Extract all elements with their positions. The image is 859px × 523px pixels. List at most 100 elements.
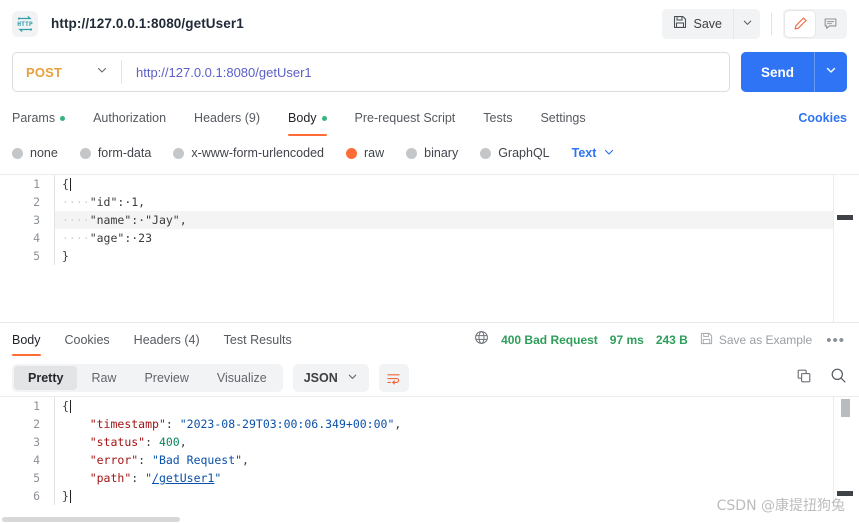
- request-code-area[interactable]: { ···· "id":·1, ···· "name":·"Jay", ···· "age"…: [54, 175, 859, 322]
- tab-authorization[interactable]: Authorization: [93, 102, 166, 134]
- response-body-viewer[interactable]: 1 2 3 4 5 6 { "timestamp": "2023-08-29T03:00:…: [0, 396, 859, 508]
- body-type-none[interactable]: none: [12, 146, 58, 160]
- line-number: 5: [33, 249, 40, 263]
- tab-label: Pre-request Script: [354, 111, 456, 125]
- response-tab-cookies[interactable]: Cookies: [65, 323, 110, 357]
- tab-params[interactable]: Params: [12, 102, 66, 134]
- comment-icon[interactable]: [815, 11, 845, 37]
- response-time[interactable]: 97 ms: [610, 333, 644, 347]
- code-line[interactable]: ···· "id":·1,: [54, 193, 859, 211]
- request-url-row: POST Send: [12, 52, 847, 92]
- line-number: 2: [33, 195, 40, 209]
- code-line[interactable]: "error": "Bad Request",: [54, 451, 859, 469]
- view-preview[interactable]: Preview: [130, 366, 202, 390]
- save-options-button[interactable]: [733, 8, 760, 39]
- response-tab-test-results[interactable]: Test Results: [224, 323, 292, 357]
- request-line-numbers: 1 2 3 4 5: [0, 175, 54, 322]
- code-token: ": [145, 471, 153, 485]
- code-line[interactable]: "path": "/getUser1 ": [54, 469, 859, 487]
- tab-headers[interactable]: Headers (9): [194, 102, 260, 134]
- response-code-area[interactable]: { "timestamp": "2023-08-29T03:00:06.349+…: [54, 397, 859, 508]
- radio-icon: [346, 147, 357, 159]
- tab-body[interactable]: Body: [288, 102, 327, 136]
- code-token: "timestamp": [89, 417, 166, 431]
- minimap-marker: [837, 491, 853, 496]
- floppy-disk-icon: [700, 332, 713, 348]
- word-wrap-icon[interactable]: [378, 364, 409, 392]
- code-line[interactable]: }: [54, 487, 859, 505]
- http-method-select[interactable]: POST: [13, 53, 121, 91]
- toolbar-divider: [771, 12, 772, 35]
- send-options-button[interactable]: [814, 52, 847, 92]
- code-token: ····: [62, 213, 90, 227]
- tab-tests[interactable]: Tests: [483, 102, 512, 134]
- status-badge[interactable]: 400 Bad Request: [501, 333, 598, 347]
- copy-icon[interactable]: [796, 368, 812, 389]
- page-title: http://127.0.0.1:8080/getUser1: [51, 16, 244, 31]
- save-as-example-button[interactable]: Save as Example: [700, 332, 812, 348]
- response-size[interactable]: 243 B: [656, 333, 688, 347]
- raw-format-select[interactable]: Text: [572, 146, 616, 161]
- code-line[interactable]: }: [54, 247, 859, 265]
- modified-dot-icon: [321, 115, 327, 121]
- top-bar-actions: Save: [661, 8, 847, 39]
- tab-settings[interactable]: Settings: [540, 102, 585, 134]
- url-input[interactable]: [122, 53, 729, 91]
- response-editor-minimap[interactable]: [833, 397, 859, 508]
- code-token: "error": [89, 453, 139, 467]
- body-type-form-data[interactable]: form-data: [79, 146, 151, 160]
- code-line[interactable]: ···· "age":·23: [54, 229, 859, 247]
- code-token: {: [62, 177, 69, 191]
- response-format-select[interactable]: JSON: [292, 364, 369, 392]
- save-button[interactable]: Save: [661, 8, 733, 39]
- save-as-example-label: Save as Example: [718, 333, 813, 347]
- request-tabs: Params Authorization Headers (9) Body Pr…: [12, 102, 847, 136]
- tab-pre-request-script[interactable]: Pre-request Script: [355, 102, 456, 134]
- response-view-toolbar: Pretty Raw Preview Visualize JSON: [0, 360, 859, 396]
- view-visualize[interactable]: Visualize: [203, 366, 281, 390]
- text-cursor: [69, 177, 72, 191]
- save-group: Save: [661, 8, 760, 39]
- code-token: ,: [394, 417, 402, 431]
- body-type-label: GraphQL: [498, 146, 550, 160]
- body-type-raw[interactable]: raw: [346, 146, 384, 160]
- response-format-label: JSON: [303, 371, 338, 385]
- code-token: "Bad Request": [152, 453, 243, 467]
- chevron-down-icon: [347, 371, 358, 385]
- response-line-numbers: 1 2 3 4 5 6: [0, 397, 54, 508]
- code-token: ····: [62, 195, 90, 209]
- ellipsis-icon[interactable]: •••: [824, 332, 847, 349]
- body-type-x-www-form-urlencoded[interactable]: x-www-form-urlencoded: [173, 146, 324, 160]
- send-button[interactable]: Send: [740, 52, 814, 92]
- code-line[interactable]: ···· "name":·"Jay",: [54, 211, 859, 229]
- response-tab-body[interactable]: Body: [12, 323, 41, 357]
- line-number: 6: [33, 489, 40, 503]
- code-token: :: [138, 453, 153, 467]
- horizontal-scrollbar[interactable]: [0, 516, 859, 523]
- tab-label: Cookies: [64, 333, 110, 347]
- code-token: ····: [62, 231, 90, 245]
- request-body-editor[interactable]: 12345 {···· "id":·1, ···· "name":·"Jay", ···…: [0, 174, 859, 322]
- pencil-icon[interactable]: [785, 10, 815, 37]
- search-icon[interactable]: [830, 367, 847, 389]
- chevron-down-icon: [825, 63, 837, 81]
- view-pretty[interactable]: Pretty: [14, 366, 78, 390]
- postman-window: HTTP http://127.0.0.1:8080/getUser1 Save: [0, 0, 859, 523]
- cookies-link[interactable]: Cookies: [798, 111, 847, 125]
- body-type-graphql[interactable]: GraphQL: [480, 146, 550, 160]
- tab-label: Body: [288, 111, 317, 125]
- view-raw[interactable]: Raw: [77, 366, 130, 390]
- scrollbar-thumb[interactable]: [2, 517, 180, 522]
- code-line[interactable]: {: [54, 175, 859, 193]
- editor-mode-group: [783, 8, 847, 39]
- body-type-binary[interactable]: binary: [406, 146, 458, 160]
- code-link[interactable]: /getUser1: [152, 471, 214, 485]
- code-line[interactable]: "status": 400,: [54, 433, 859, 451]
- globe-icon[interactable]: [474, 330, 489, 350]
- code-line[interactable]: {: [54, 397, 859, 415]
- http-method-label: POST: [26, 64, 63, 80]
- code-line[interactable]: "timestamp": "2023-08-29T03:00:06.349+00…: [54, 415, 859, 433]
- response-tab-headers[interactable]: Headers (4): [134, 323, 200, 357]
- request-editor-minimap[interactable]: [833, 175, 859, 322]
